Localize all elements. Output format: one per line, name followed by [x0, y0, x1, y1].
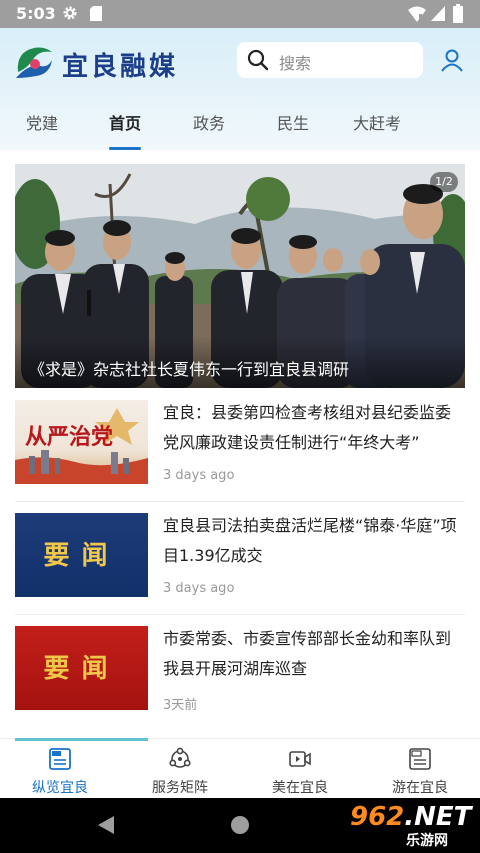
- hero-caption: 《求是》杂志社社长夏伟东一行到宜良县调研: [29, 360, 350, 379]
- nav-beautiful[interactable]: 美在宜良: [240, 739, 360, 799]
- app-logo-text: 宜良融媒: [62, 52, 179, 82]
- channel-tabs: 党建 首页 政务 民生 大赶考: [0, 106, 480, 150]
- thumb-title-text: 要闻: [43, 654, 120, 684]
- news-item[interactable]: 要闻 宜良县司法拍卖盘活烂尾楼“锦泰·华庭”项目1.39亿成交 3 days a…: [15, 513, 465, 617]
- search-icon: [247, 49, 269, 71]
- news-time: 3 days ago: [163, 468, 235, 483]
- thumb-title-text: 要闻: [43, 541, 120, 571]
- network-icon: [169, 747, 191, 768]
- watermark-logo: 962.NET 乐游网: [340, 802, 476, 850]
- tab-exam[interactable]: 大赶考: [347, 110, 407, 134]
- sd-card-icon: [90, 6, 102, 21]
- nav-services[interactable]: 服务矩阵: [120, 739, 240, 799]
- newspaper-icon: [409, 748, 431, 770]
- battery-icon: [453, 4, 463, 23]
- party-discipline-poster-image: 从严治党: [15, 408, 148, 484]
- user-profile-icon[interactable]: [440, 48, 464, 72]
- app-header: 宜良融媒 搜索 党建 首页 政务 民生 大赶考: [0, 28, 480, 150]
- news-title[interactable]: 市委常委、市委宣传部部长金幼和率队到我县开展河湖库巡查: [163, 624, 463, 684]
- wifi-icon: [408, 6, 426, 22]
- hero-carousel[interactable]: 1/2 《求是》杂志社社长夏伟东一行到宜良县调研: [15, 164, 465, 388]
- tab-government[interactable]: 政务: [179, 110, 239, 134]
- nav-label: 服务矩阵: [152, 780, 208, 796]
- search-box[interactable]: 搜索: [237, 42, 423, 78]
- status-time: 5:03: [16, 4, 56, 23]
- news-title[interactable]: 宜良：县委第四检查考核组对县纪委监委党风廉政建设责任制进行“年终大考”: [163, 398, 463, 458]
- hero-caption-bar: 《求是》杂志社社长夏伟东一行到宜良县调研: [15, 336, 465, 388]
- newspaper-icon: [49, 748, 71, 770]
- news-time: 3 days ago: [163, 581, 235, 596]
- home-icon[interactable]: [231, 816, 249, 834]
- news-title[interactable]: 宜良县司法拍卖盘活烂尾楼“锦泰·华庭”项目1.39亿成交: [163, 511, 463, 571]
- news-item[interactable]: 从严治党 宜良：县委第四检查考核组对县纪委监委党风廉政建设责任制进行“年终大考”…: [15, 400, 465, 504]
- nav-label: 纵览宜良: [32, 780, 88, 796]
- nav-label: 美在宜良: [272, 780, 328, 796]
- news-thumbnail: 要闻: [15, 513, 148, 597]
- news-thumbnail: 要闻: [15, 626, 148, 710]
- list-divider: [15, 501, 465, 502]
- bottom-navigation: 纵览宜良 服务矩阵 美在宜良 游在宜良: [0, 738, 480, 798]
- nav-overview[interactable]: 纵览宜良: [0, 739, 120, 799]
- watermark-text: 乐游网: [406, 833, 448, 849]
- tab-home[interactable]: 首页: [95, 110, 155, 134]
- news-item[interactable]: 要闻 市委常委、市委宣传部部长金幼和率队到我县开展河湖库巡查 3天前: [15, 626, 465, 730]
- news-thumbnail: 从严治党: [15, 400, 148, 484]
- thumb-title-text: 从严治党: [25, 424, 113, 450]
- nav-travel[interactable]: 游在宜良: [360, 739, 480, 799]
- app-logo-icon: [16, 47, 52, 78]
- news-time: 3天前: [163, 698, 198, 713]
- cell-signal-icon: [431, 6, 445, 21]
- carousel-page-counter: 1/2: [430, 172, 458, 192]
- status-bar: 5:03: [0, 0, 480, 28]
- video-icon: [289, 751, 311, 767]
- list-divider: [15, 614, 465, 615]
- tab-party-building[interactable]: 党建: [12, 110, 72, 134]
- back-icon[interactable]: [98, 816, 114, 834]
- tab-livelihood[interactable]: 民生: [263, 110, 323, 134]
- nav-label: 游在宜良: [392, 780, 448, 796]
- active-tab-indicator: [109, 147, 141, 150]
- settings-gear-icon: [63, 6, 77, 20]
- search-placeholder: 搜索: [279, 54, 312, 73]
- watermark-number: 962.NET: [350, 802, 472, 832]
